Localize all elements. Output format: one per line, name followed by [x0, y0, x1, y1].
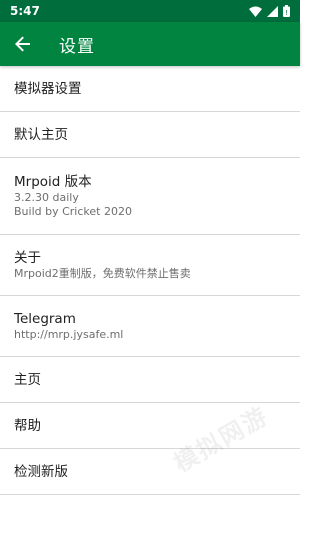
setting-about[interactable]: 关于 Mrpoid2重制版，免费软件禁止售卖	[0, 235, 300, 296]
wifi-icon	[249, 6, 262, 17]
setting-help[interactable]: 帮助	[0, 403, 300, 449]
status-icons: !	[249, 5, 290, 17]
signal-icon	[267, 5, 278, 17]
setting-title: 帮助	[14, 417, 41, 434]
svg-text:!: !	[285, 9, 288, 17]
settings-list: 模拟器设置 默认主页 Mrpoid 版本 3.2.30 daily Build …	[0, 66, 300, 495]
setting-title: 模拟器设置	[14, 80, 82, 97]
setting-home[interactable]: 主页	[0, 357, 300, 403]
page-title: 设置	[59, 36, 95, 57]
version-number: 3.2.30 daily	[14, 191, 79, 204]
setting-telegram[interactable]: Telegram http://mrp.jysafe.ml	[0, 296, 300, 357]
battery-icon: !	[283, 5, 290, 17]
back-button[interactable]	[1, 22, 45, 66]
setting-title: 默认主页	[14, 126, 68, 143]
app-bar: 设置	[0, 22, 300, 66]
setting-title: Mrpoid 版本	[14, 174, 92, 190]
setting-title: Telegram	[14, 311, 76, 327]
build-info: Build by Cricket 2020	[14, 205, 132, 218]
setting-check-update[interactable]: 检测新版	[0, 449, 300, 495]
setting-subtitle: http://mrp.jysafe.ml	[14, 328, 124, 341]
setting-default-home[interactable]: 默认主页	[0, 112, 300, 158]
setting-title: 主页	[14, 371, 41, 388]
status-time: 5:47	[10, 4, 40, 18]
setting-title: 检测新版	[14, 463, 68, 480]
setting-subtitle: Mrpoid2重制版，免费软件禁止售卖	[14, 267, 191, 280]
setting-title: 关于	[14, 250, 41, 266]
setting-version[interactable]: Mrpoid 版本 3.2.30 daily Build by Cricket …	[0, 158, 300, 235]
status-bar: 5:47 !	[0, 0, 300, 22]
arrow-back-icon	[15, 36, 30, 52]
setting-emulator[interactable]: 模拟器设置	[0, 66, 300, 112]
